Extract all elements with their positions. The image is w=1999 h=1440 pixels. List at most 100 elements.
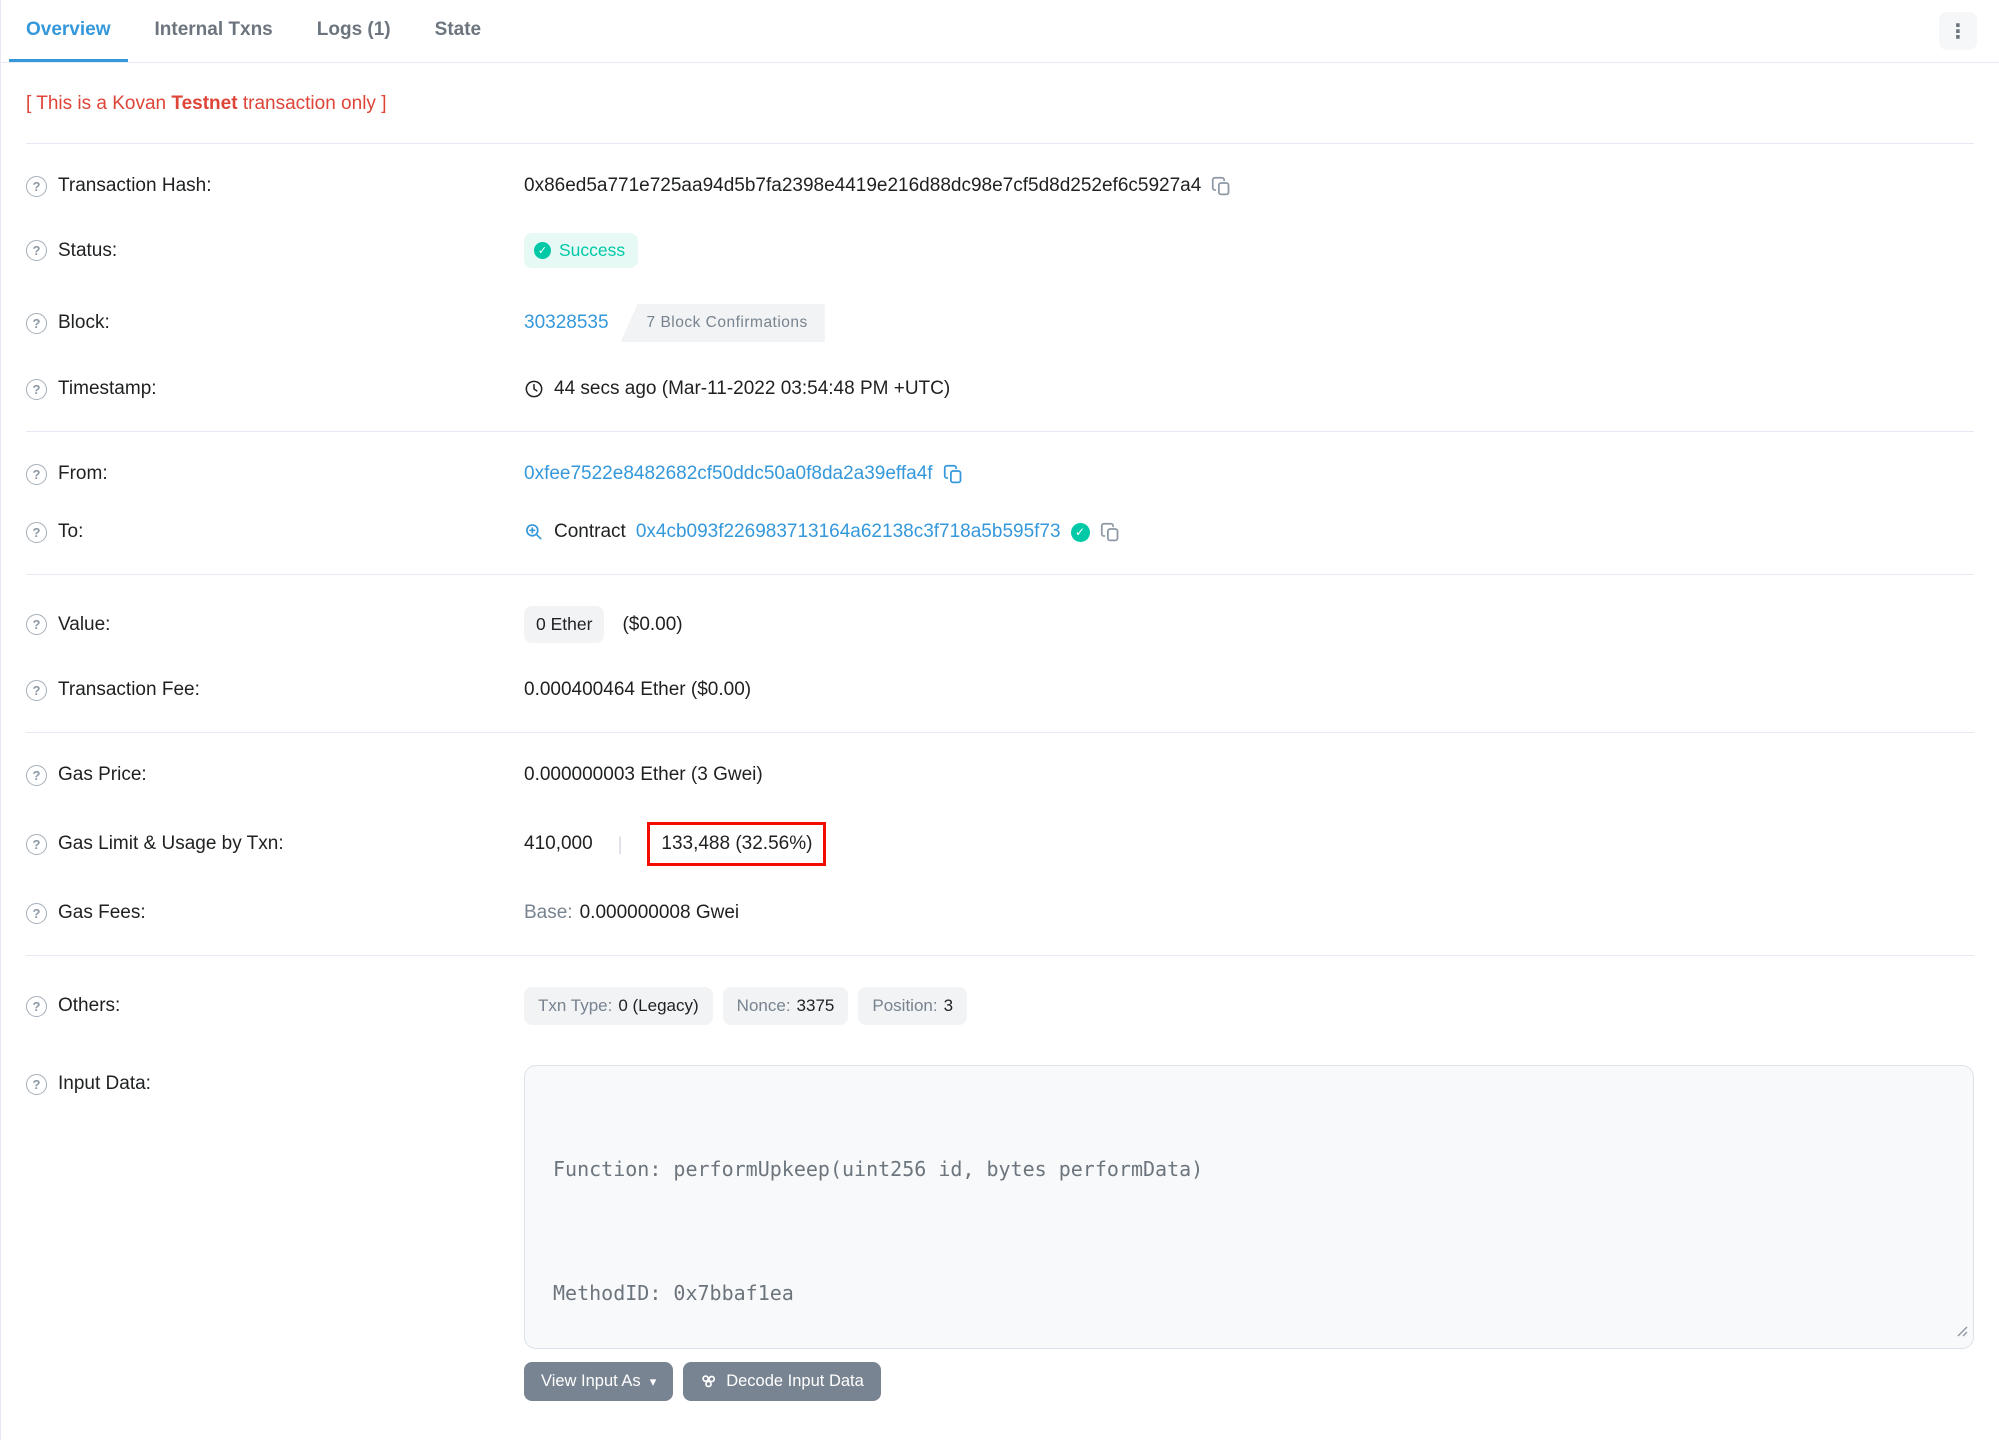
help-icon[interactable]: ? (26, 764, 47, 786)
base-fee-value: 0.000000008 Gwei (579, 902, 740, 923)
input-methodid-line: MethodID: 0x7bbaf1ea (553, 1281, 794, 1305)
testnet-warning: [ This is a Kovan Testnet transaction on… (26, 63, 1974, 143)
to-contract-label: Contract (554, 521, 626, 542)
decode-icon (700, 1373, 717, 1390)
separator-bar: | (617, 833, 623, 854)
magnifier-icon[interactable] (524, 522, 544, 542)
tab-overview[interactable]: Overview (9, 0, 128, 62)
view-input-as-button[interactable]: View Input As ▾ (524, 1362, 674, 1401)
row-label: Gas Price: (58, 764, 147, 785)
ether-value-badge: 0 Ether (524, 606, 605, 643)
copy-icon[interactable] (943, 464, 964, 485)
warning-prefix: [ This is a Kovan (26, 93, 172, 114)
input-data-textbox[interactable]: Function: performUpkeep(uint256 id, byte… (524, 1065, 1974, 1349)
section-summary: ? Transaction Hash: 0x86ed5a771e725aa94d… (26, 144, 1974, 431)
position-key: Position: (872, 996, 938, 1015)
row-transaction-fee: ? Transaction Fee: 0.000400464 Ether ($0… (26, 661, 1974, 719)
row-value: ? Value: 0 Ether ($0.00) (26, 588, 1974, 661)
tab-state[interactable]: State (418, 0, 498, 62)
help-icon[interactable]: ? (26, 521, 47, 543)
section-others-input: ? Others: Txn Type: 0 (Legacy) Nonce: 33… (26, 956, 1974, 1432)
row-to: ? To: Contract 0x4cb093f226983713164a621… (26, 503, 1974, 561)
nonce-badge: Nonce: 3375 (722, 987, 849, 1025)
base-fee-label: Base: (524, 902, 573, 923)
row-gas-limit-usage: ? Gas Limit & Usage by Txn: 410,000 | 13… (26, 804, 1974, 884)
help-icon[interactable]: ? (26, 463, 47, 485)
row-block: ? Block: 30328535 7 Block Confirmations (26, 286, 1974, 360)
row-from: ? From: 0xfee7522e8482682cf50ddc50a0f8da… (26, 445, 1974, 503)
help-icon[interactable]: ? (26, 614, 47, 635)
gas-usage-value: 133,488 (32.56%) (661, 833, 813, 854)
row-label: Timestamp: (58, 378, 157, 399)
row-label: Status: (58, 239, 118, 261)
resize-grip-handle[interactable] (1954, 1321, 1968, 1343)
timestamp-value: 44 secs ago (Mar-11-2022 03:54:48 PM +UT… (554, 378, 951, 399)
row-transaction-hash: ? Transaction Hash: 0x86ed5a771e725aa94d… (26, 157, 1974, 215)
block-number-link[interactable]: 30328535 (524, 312, 609, 334)
tab-logs[interactable]: Logs (1) (300, 0, 408, 62)
position-value: 3 (943, 996, 954, 1015)
help-icon[interactable]: ? (26, 902, 47, 924)
gas-price-value: 0.000000003 Ether (3 Gwei) (524, 764, 763, 785)
caret-down-icon: ▾ (649, 1373, 657, 1389)
copy-icon[interactable] (1211, 176, 1232, 197)
status-badge-label: Success (559, 240, 626, 260)
txn-type-badge: Txn Type: 0 (Legacy) (524, 987, 713, 1025)
tab-internal-txns[interactable]: Internal Txns (138, 0, 290, 62)
row-label: Value: (58, 613, 111, 635)
row-timestamp: ? Timestamp: 44 secs ago (Mar-11-2022 03… (26, 360, 1974, 418)
txn-type-value: 0 (Legacy) (618, 996, 699, 1015)
tab-bar: Overview Internal Txns Logs (1) State ⋮ (1, 0, 1999, 63)
warning-suffix: transaction only ] (237, 93, 387, 114)
clock-icon (524, 379, 544, 399)
nonce-key: Nonce: (736, 996, 791, 1015)
from-address-link[interactable]: 0xfee7522e8482682cf50ddc50a0f8da2a39effa… (524, 463, 933, 485)
help-icon[interactable]: ? (26, 378, 47, 400)
decode-input-data-label: Decode Input Data (726, 1372, 864, 1390)
view-input-as-label: View Input As (541, 1372, 641, 1390)
warning-bold: Testnet (171, 93, 238, 114)
section-parties: ? From: 0xfee7522e8482682cf50ddc50a0f8da… (26, 432, 1974, 574)
row-label: To: (58, 521, 84, 542)
transaction-hash-value: 0x86ed5a771e725aa94d5b7fa2398e4419e216d8… (524, 175, 1202, 196)
row-label: Input Data: (58, 1073, 151, 1094)
block-confirmations-badge: 7 Block Confirmations (620, 304, 825, 342)
help-icon[interactable]: ? (26, 240, 47, 261)
copy-icon[interactable] (1100, 522, 1121, 543)
to-address-link[interactable]: 0x4cb093f226983713164a62138c3f718a5b595f… (636, 521, 1061, 543)
row-label: Gas Limit & Usage by Txn: (58, 833, 284, 854)
row-label: Transaction Hash: (58, 175, 212, 196)
input-function-line: Function: performUpkeep(uint256 id, byte… (553, 1157, 1204, 1181)
row-gas-price: ? Gas Price: 0.000000003 Ether (3 Gwei) (26, 746, 1974, 804)
row-label: Others: (58, 995, 121, 1016)
help-icon[interactable]: ? (26, 175, 47, 197)
decode-input-data-button[interactable]: Decode Input Data (683, 1362, 881, 1401)
position-badge: Position: 3 (858, 987, 968, 1025)
nonce-value: 3375 (796, 996, 835, 1015)
row-label: From: (58, 463, 108, 484)
verified-check-icon: ✓ (1070, 522, 1090, 542)
transaction-overview-card: Overview Internal Txns Logs (1) State ⋮ … (0, 0, 1999, 1440)
row-input-data: ? Input Data: Function: performUpkeep(ui… (26, 1057, 1974, 1419)
row-gas-fees: ? Gas Fees: Base: 0.000000008 Gwei (26, 884, 1974, 942)
row-status: ? Status: ✓ Success (26, 215, 1974, 286)
help-icon[interactable]: ? (26, 1073, 47, 1095)
kebab-icon: ⋮ (1948, 20, 1968, 43)
status-badge: ✓ Success (524, 233, 639, 268)
help-icon[interactable]: ? (26, 995, 47, 1017)
annotation-red-box: 133,488 (32.56%) (647, 822, 827, 866)
help-icon[interactable]: ? (26, 679, 47, 701)
row-others: ? Others: Txn Type: 0 (Legacy) Nonce: 33… (26, 969, 1974, 1043)
row-label: Transaction Fee: (58, 679, 200, 700)
gas-limit-value: 410,000 (524, 833, 593, 854)
row-label: Gas Fees: (58, 902, 146, 923)
help-icon[interactable]: ? (26, 312, 47, 334)
more-options-button[interactable]: ⋮ (1939, 12, 1977, 50)
section-value: ? Value: 0 Ether ($0.00) ? Transaction F… (26, 575, 1974, 732)
help-icon[interactable]: ? (26, 833, 47, 855)
transaction-fee-value: 0.000400464 Ether ($0.00) (524, 679, 752, 700)
row-label: Block: (58, 312, 110, 333)
check-circle-icon: ✓ (534, 242, 551, 259)
section-gas: ? Gas Price: 0.000000003 Ether (3 Gwei) … (26, 733, 1974, 955)
txn-type-key: Txn Type: (538, 996, 613, 1015)
